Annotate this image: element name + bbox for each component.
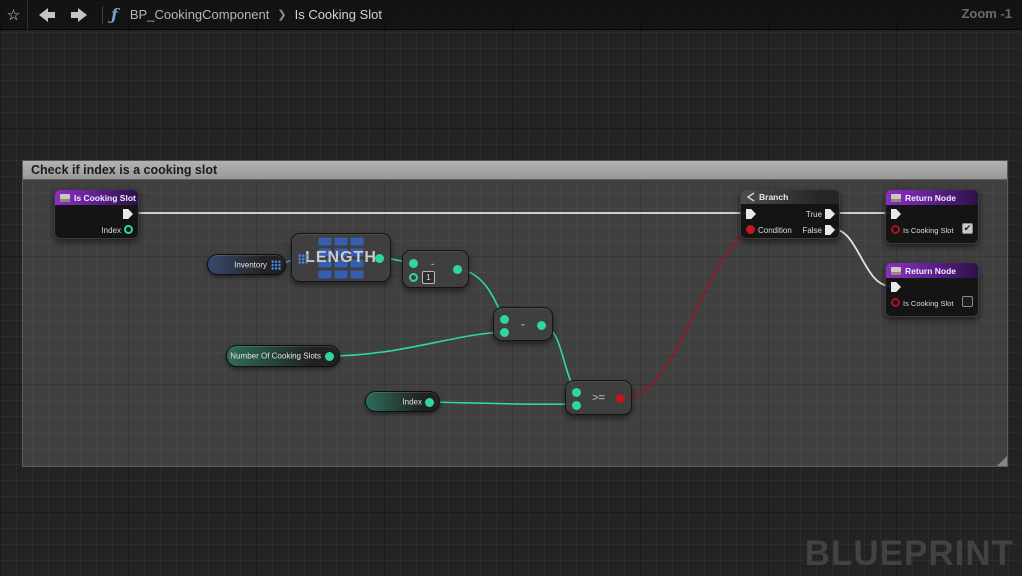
array-output-pin[interactable] <box>271 260 281 270</box>
pin-label-is-cooking-slot: Is Cooking Slot <box>903 226 953 235</box>
graph-toolbar: ☆ ƒ BP_CookingComponent ❯ Is Cooking Slo… <box>0 0 1022 30</box>
breadcrumb-root[interactable]: BP_CookingComponent <box>130 7 269 22</box>
pin-label-is-cooking-slot: Is Cooking Slot <box>903 299 953 308</box>
forward-arrow-icon <box>71 8 87 22</box>
pin-label-true: True <box>806 210 822 219</box>
comment-title: Check if index is a cooking slot <box>31 163 217 177</box>
int-output-pin[interactable] <box>425 398 434 407</box>
default-value-field[interactable]: 1 <box>422 271 435 284</box>
int-output-pin-index[interactable] <box>124 225 133 234</box>
chevron-right-icon: ❯ <box>277 8 286 21</box>
entry-node-title: Is Cooking Slot <box>74 193 136 203</box>
star-icon: ☆ <box>7 6 20 24</box>
node-get-inventory[interactable]: Inventory <box>207 254 286 275</box>
variable-label: Index <box>402 397 422 406</box>
function-result-icon <box>891 267 901 275</box>
zoom-indicator: Zoom -1 <box>961 6 1012 21</box>
bool-input-pin[interactable] <box>891 298 900 307</box>
function-result-icon <box>891 194 901 202</box>
node-subtract-one[interactable]: 1 - <box>402 250 469 288</box>
back-arrow-icon <box>39 8 55 22</box>
toolbar-separator <box>102 6 103 24</box>
int-input-pin-a[interactable] <box>409 259 418 268</box>
branch-node-header: Branch <box>741 190 839 204</box>
node-get-index[interactable]: Index <box>365 391 440 412</box>
int-output-pin[interactable] <box>375 254 384 263</box>
node-subtract[interactable]: - <box>493 307 553 341</box>
subtract-operator-glyph: - <box>431 259 434 270</box>
node-function-entry[interactable]: Is Cooking Slot Index <box>54 189 139 239</box>
favorite-button[interactable]: ☆ <box>0 0 28 30</box>
pin-label-condition: Condition <box>758 226 792 235</box>
blueprint-graph-editor: ☆ ƒ BP_CookingComponent ❯ Is Cooking Slo… <box>0 0 1022 576</box>
exec-output-pin-false[interactable] <box>825 225 835 235</box>
comment-resize-handle[interactable] <box>997 456 1007 466</box>
pin-label-index: Index <box>101 226 121 235</box>
branch-node-title: Branch <box>759 192 788 202</box>
node-return-true[interactable]: Return Node Is Cooking Slot ✔ <box>885 189 979 244</box>
variable-label: Number Of Cooking Slots <box>230 352 321 361</box>
variable-label: Inventory <box>234 260 267 269</box>
bool-input-pin-condition[interactable] <box>746 225 755 234</box>
exec-input-pin[interactable] <box>746 209 756 219</box>
entry-node-header: Is Cooking Slot <box>55 190 138 205</box>
int-input-pin-b[interactable] <box>409 273 418 282</box>
return-node-header: Return Node <box>886 263 978 278</box>
bool-checkbox-unchecked[interactable] <box>962 296 973 307</box>
function-icon: ƒ <box>111 5 118 24</box>
exec-output-pin-true[interactable] <box>825 209 835 219</box>
blueprint-watermark: BLUEPRINT <box>805 534 1014 574</box>
int-output-pin[interactable] <box>325 352 334 361</box>
return-node-title: Return Node <box>905 193 956 203</box>
forward-button[interactable] <box>66 4 92 26</box>
int-output-pin[interactable] <box>453 265 462 274</box>
int-output-pin[interactable] <box>537 321 546 330</box>
node-greater-equal[interactable]: >= <box>565 380 632 415</box>
node-get-num-cooking-slots[interactable]: Number Of Cooking Slots <box>226 345 340 367</box>
array-input-pin[interactable] <box>298 254 308 264</box>
exec-input-pin[interactable] <box>891 282 901 292</box>
back-button[interactable] <box>34 4 60 26</box>
bool-checkbox-checked[interactable]: ✔ <box>962 223 973 234</box>
bool-input-pin[interactable] <box>891 225 900 234</box>
branch-icon <box>746 192 755 202</box>
node-branch[interactable]: Branch Condition True False <box>740 189 840 239</box>
comment-header[interactable]: Check if index is a cooking slot <box>22 160 1008 180</box>
bool-output-pin[interactable] <box>616 394 625 403</box>
exec-output-pin[interactable] <box>123 209 133 219</box>
exec-input-pin[interactable] <box>891 209 901 219</box>
node-array-length[interactable]: LENGTH <box>291 233 391 282</box>
pin-label-false: False <box>802 226 822 235</box>
node-return-false[interactable]: Return Node Is Cooking Slot <box>885 262 979 317</box>
return-node-title: Return Node <box>905 266 956 276</box>
return-node-header: Return Node <box>886 190 978 205</box>
function-entry-icon <box>60 194 70 202</box>
breadcrumb-current: Is Cooking Slot <box>295 7 382 22</box>
